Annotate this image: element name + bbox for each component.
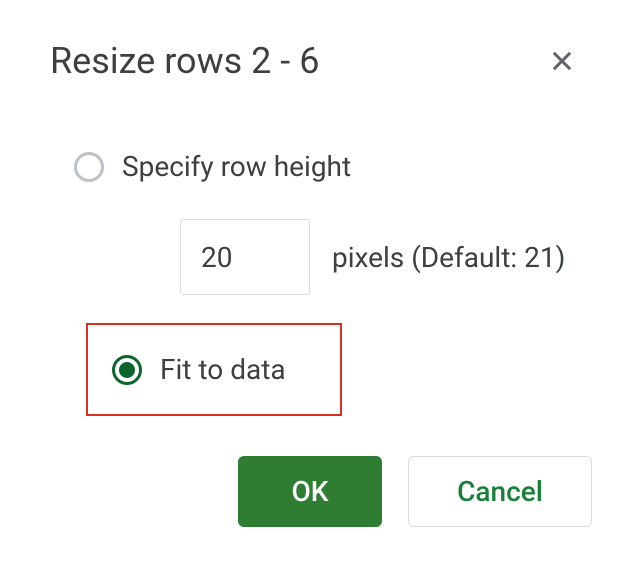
- dialog-title: Resize rows 2 - 6: [50, 40, 319, 82]
- fit-to-data-highlight: Fit to data: [86, 323, 342, 416]
- fit-to-data-label: Fit to data: [160, 353, 286, 386]
- resize-rows-dialog: Resize rows 2 - 6 Specify row height pix…: [0, 0, 632, 557]
- specify-height-option[interactable]: Specify row height: [50, 142, 582, 191]
- fit-to-data-radio[interactable]: [112, 355, 142, 385]
- pixel-suffix-label: pixels (Default: 21): [332, 241, 565, 274]
- row-height-input[interactable]: [180, 219, 310, 295]
- cancel-button[interactable]: Cancel: [408, 456, 592, 527]
- dialog-button-row: OK Cancel: [238, 456, 582, 527]
- specify-height-label: Specify row height: [122, 150, 351, 183]
- dialog-header: Resize rows 2 - 6: [50, 40, 582, 82]
- close-icon: [548, 47, 576, 75]
- specify-height-radio[interactable]: [74, 152, 104, 182]
- fit-to-data-option[interactable]: Fit to data: [88, 345, 340, 394]
- close-button[interactable]: [542, 41, 582, 81]
- pixel-input-row: pixels (Default: 21): [180, 219, 582, 295]
- ok-button[interactable]: OK: [238, 456, 382, 527]
